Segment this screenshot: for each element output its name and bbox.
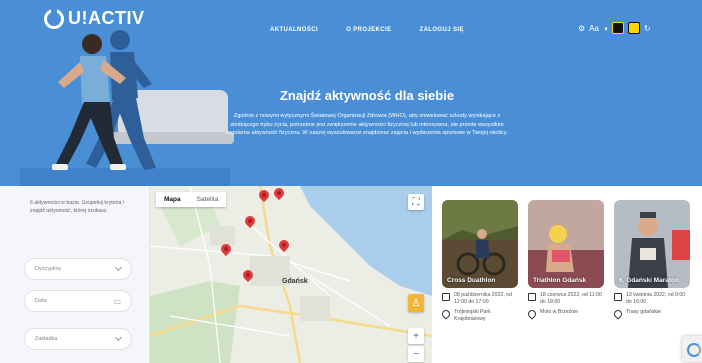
event-date: 08 października 2022, od 12:00 do 17:00 bbox=[454, 292, 512, 305]
calendar-icon bbox=[614, 293, 622, 301]
settings-icon[interactable]: ⚙ bbox=[578, 24, 585, 33]
calendar-icon bbox=[442, 293, 450, 301]
location-icon bbox=[440, 308, 452, 320]
event-card[interactable]: Cross Duathlon 08 października 2022, od … bbox=[440, 200, 518, 322]
high-contrast-dark-button[interactable] bbox=[611, 22, 624, 34]
nav-news[interactable]: AKTUALNOŚCI bbox=[270, 27, 318, 33]
zoom-out-button[interactable]: − bbox=[408, 346, 424, 362]
runner-illustration bbox=[52, 30, 156, 170]
event-name: Cross Duathlon bbox=[447, 277, 496, 284]
event-photo-art bbox=[528, 200, 604, 288]
event-photo-art bbox=[442, 200, 518, 288]
street-view-icon[interactable]: ♙ bbox=[408, 294, 424, 312]
map-view[interactable]: Mapa Satelita ⛶ ♙ + − Gdańsk bbox=[150, 186, 432, 363]
event-list: Cross Duathlon 08 października 2022, od … bbox=[432, 186, 702, 363]
event-date-row: 13 kwietnia 2022, od 9:00 do 16:00 bbox=[614, 292, 690, 305]
event-place: Molo w Brzeźnie bbox=[540, 309, 579, 316]
event-date-row: 18 czerwca 2022, od 11:00 do 18:00 bbox=[528, 292, 604, 305]
location-icon bbox=[612, 308, 624, 320]
chevron-down-icon bbox=[114, 333, 123, 342]
discipline-select[interactable]: Dyscypliny bbox=[24, 258, 132, 280]
event-card[interactable]: Triathlon Gdańsk 18 czerwca 2022, od 11:… bbox=[526, 200, 604, 320]
hero-description: Zgodnie z nowymi wytycznymi Światowej Or… bbox=[226, 113, 508, 136]
level-select-label: Zakładka bbox=[35, 336, 58, 342]
zoom-in-button[interactable]: + bbox=[408, 328, 424, 344]
accessibility-tools: ⚙ Aa ◑ ↻ bbox=[578, 22, 651, 34]
nav-about[interactable]: O PROJEKCIE bbox=[346, 27, 391, 33]
map-type-tabs: Mapa Satelita bbox=[156, 192, 227, 207]
location-icon bbox=[526, 308, 538, 320]
hero-banner: U!ACTIV AKTUALNOŚCI O PROJEKCIE ZALOGUJ … bbox=[0, 0, 702, 186]
map-city-label: Gdańsk bbox=[282, 278, 308, 285]
event-date-row: 08 października 2022, od 12:00 do 17:00 bbox=[442, 292, 518, 305]
recaptcha-badge[interactable] bbox=[682, 336, 702, 362]
event-place: Trójmiejski Park Krajobrazowy bbox=[454, 309, 491, 322]
calendar-icon bbox=[528, 293, 536, 301]
event-photo: 6. Gdański Maraton bbox=[614, 200, 690, 288]
fullscreen-button[interactable]: ⛶ bbox=[408, 194, 424, 210]
event-name: 6. Gdański Maraton bbox=[619, 277, 679, 284]
event-place-row: Trójmiejski Park Krajobrazowy bbox=[440, 308, 518, 322]
reset-icon[interactable]: ↻ bbox=[644, 24, 651, 33]
high-contrast-yellow-button[interactable] bbox=[627, 22, 640, 34]
map-tiles bbox=[150, 186, 432, 363]
event-date: 13 kwietnia 2022, od 9:00 do 16:00 bbox=[626, 292, 686, 305]
event-card[interactable]: 6. Gdański Maraton 13 kwietnia 2022, od … bbox=[612, 200, 690, 320]
tab-map[interactable]: Mapa bbox=[156, 192, 189, 207]
event-name: Triathlon Gdańsk bbox=[533, 277, 587, 284]
event-photo-art bbox=[614, 200, 690, 288]
date-input[interactable]: Data ▭ bbox=[24, 290, 132, 312]
event-place: Trasy gdańskie bbox=[626, 309, 661, 316]
contrast-icon[interactable]: ◑ bbox=[603, 24, 608, 33]
event-photo: Cross Duathlon bbox=[442, 200, 518, 288]
level-select[interactable]: Zakładka bbox=[24, 328, 132, 350]
event-date: 18 czerwca 2022, od 11:00 do 18:00 bbox=[540, 292, 602, 305]
font-size-toggle[interactable]: Aa bbox=[589, 24, 599, 33]
nav-login[interactable]: ZALOGUJ SIĘ bbox=[420, 27, 464, 33]
filter-intro-text: 6 aktywności w bazie. Uzupełnij kryteria… bbox=[30, 200, 124, 214]
event-place-row: Trasy gdańskie bbox=[612, 308, 690, 320]
hero-title: Znajdź aktywność dla siebie bbox=[279, 88, 455, 103]
main-nav: AKTUALNOŚCI O PROJEKCIE ZALOGUJ SIĘ bbox=[270, 27, 464, 33]
date-input-label: Data bbox=[35, 298, 47, 304]
tab-satellite[interactable]: Satelita bbox=[189, 192, 227, 207]
chevron-down-icon bbox=[114, 263, 123, 272]
event-place-row: Molo w Brzeźnie bbox=[526, 308, 604, 320]
calendar-icon: ▭ bbox=[113, 296, 121, 306]
event-photo: Triathlon Gdańsk bbox=[528, 200, 604, 288]
discipline-select-label: Dyscypliny bbox=[35, 266, 62, 272]
page: U!ACTIV AKTUALNOŚCI O PROJEKCIE ZALOGUJ … bbox=[0, 0, 702, 363]
